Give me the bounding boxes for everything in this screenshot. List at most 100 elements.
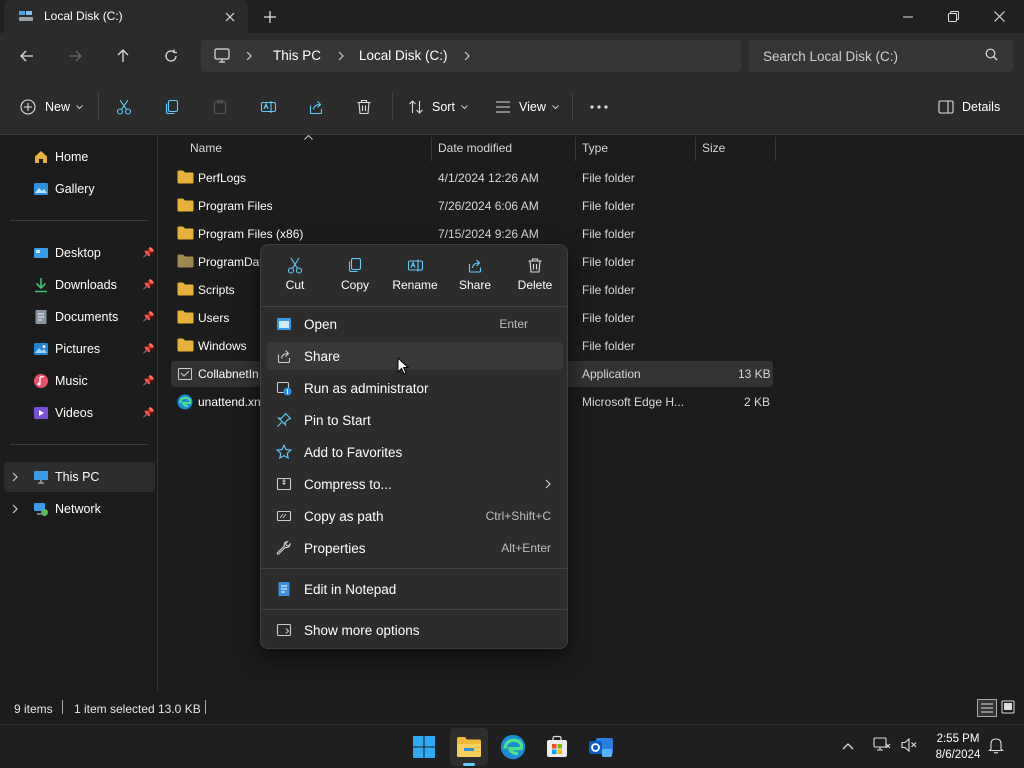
notifications-button[interactable] [988,737,1004,757]
sidebar-item-label: Gallery [55,182,95,196]
pin-icon[interactable]: 📌 [142,376,154,387]
paste-button[interactable] [212,93,228,121]
column-header-date[interactable]: Date modified [438,135,512,161]
pin-icon[interactable]: 📌 [142,408,154,419]
column-divider[interactable] [575,137,576,161]
menu-item-pin-to-start[interactable]: Pin to Start [267,406,563,434]
file-type: File folder [582,311,635,325]
application-icon [178,368,192,380]
menu-item-show-more-options[interactable]: Show more options [267,616,563,644]
column-divider[interactable] [695,137,696,161]
taskbar-outlook[interactable] [582,728,620,766]
context-share-button[interactable]: Share [447,255,503,299]
taskbar-store[interactable] [538,728,576,766]
breadcrumb[interactable]: This PC Local Disk (C:) [201,40,741,72]
column-header-name[interactable]: Name [190,135,222,161]
start-button[interactable] [405,728,443,766]
outlook-icon [589,738,613,757]
breadcrumb-this-pc[interactable]: This PC [273,48,321,63]
taskbar-edge[interactable] [494,728,532,766]
sidebar-item-gallery[interactable]: Gallery [4,174,155,204]
context-cut-button[interactable]: Cut [267,255,323,299]
sidebar-item-downloads[interactable]: Downloads 📌 [4,270,155,300]
up-button[interactable] [108,42,138,70]
sidebar-item-pictures[interactable]: Pictures 📌 [4,334,155,364]
sidebar-item-network[interactable]: Network [4,494,155,524]
volume-button[interactable] [900,737,918,756]
quick-action-label: Share [458,278,492,292]
column-divider[interactable] [431,137,432,161]
column-header-type[interactable]: Type [582,135,608,161]
file-date: 7/26/2024 6:06 AM [438,199,539,213]
quick-action-label: Delete [517,278,553,292]
menu-item-edit-in-notepad[interactable]: Edit in Notepad [267,575,563,603]
chevron-down-icon [76,104,83,109]
sort-button[interactable]: Sort [408,93,468,121]
details-view-button[interactable] [977,699,997,717]
close-tab-button[interactable] [219,6,241,28]
chevron-right-icon[interactable] [12,504,18,514]
menu-item-compress-to[interactable]: Compress to... [267,470,563,498]
more-options-button[interactable] [590,93,608,121]
details-pane-button[interactable]: Details [938,93,1000,121]
chevron-right-icon[interactable] [12,472,18,482]
taskbar-file-explorer[interactable] [450,728,488,766]
clock[interactable]: 2:55 PM 8/6/2024 [922,731,994,763]
refresh-button[interactable] [156,42,186,70]
copy-button[interactable] [164,93,180,121]
copy-icon [165,99,179,115]
network-status-button[interactable] [873,737,891,756]
tab-local-disk[interactable]: Local Disk (C:) [4,0,248,33]
rename-button[interactable] [260,93,277,121]
sidebar-item-this-pc[interactable]: This PC [4,462,155,492]
drive-icon [19,11,33,21]
search-input[interactable] [749,40,1013,72]
tiles-view-button[interactable] [1000,699,1018,717]
file-name: unattend.xn [198,395,261,409]
cut-button[interactable] [116,93,132,121]
divider [10,220,148,221]
minimize-button[interactable] [885,0,931,33]
sidebar-item-videos[interactable]: Videos 📌 [4,398,155,428]
pin-icon[interactable]: 📌 [142,280,154,291]
tray-overflow-button[interactable] [842,739,854,753]
table-row[interactable]: PerfLogs 4/1/2024 12:26 AM File folder [171,165,773,191]
context-copy-button[interactable]: Copy [327,255,383,299]
sidebar-item-label: Music [55,374,88,388]
restore-button[interactable] [930,0,976,33]
menu-item-label: Add to Favorites [304,444,403,460]
sidebar-item-music[interactable]: Music 📌 [4,366,155,396]
column-divider[interactable] [775,137,776,161]
sidebar-item-label: Documents [55,310,119,324]
back-button[interactable] [12,42,42,70]
context-rename-button[interactable]: Rename [387,255,443,299]
share-button[interactable] [308,93,324,121]
sidebar-item-desktop[interactable]: Desktop 📌 [4,238,155,268]
menu-item-open[interactable]: Open Enter [267,310,563,338]
menu-item-run-as-admin[interactable]: Run as administrator [267,374,563,402]
pin-icon[interactable]: 📌 [142,344,154,355]
breadcrumb-local-disk[interactable]: Local Disk (C:) [359,48,448,63]
file-name: Program Files [198,199,273,213]
context-delete-button[interactable]: Delete [507,255,563,299]
sidebar-item-documents[interactable]: Documents 📌 [4,302,155,332]
forward-button[interactable] [60,42,90,70]
quick-action-label: Copy [340,278,369,292]
view-button[interactable]: View [495,93,559,121]
menu-item-copy-as-path[interactable]: Copy as path Ctrl+Shift+C [267,502,563,530]
table-row[interactable]: Program Files 7/26/2024 6:06 AM File fol… [171,193,773,219]
file-date: 7/15/2024 9:26 AM [438,227,539,241]
menu-item-properties[interactable]: Properties Alt+Enter [267,534,563,562]
file-size: 13 KB [738,367,771,381]
pin-icon[interactable]: 📌 [142,312,154,323]
delete-button[interactable] [356,93,372,121]
menu-item-share[interactable]: Share [267,342,563,370]
sidebar-item-home[interactable]: Home [4,142,155,172]
menu-item-add-to-favorites[interactable]: Add to Favorites [267,438,563,466]
documents-icon [35,310,47,324]
column-header-size[interactable]: Size [702,135,725,161]
pin-icon[interactable]: 📌 [142,248,154,259]
new-button[interactable]: New [20,93,83,121]
new-tab-button[interactable] [258,5,282,29]
close-window-button[interactable] [976,0,1022,33]
